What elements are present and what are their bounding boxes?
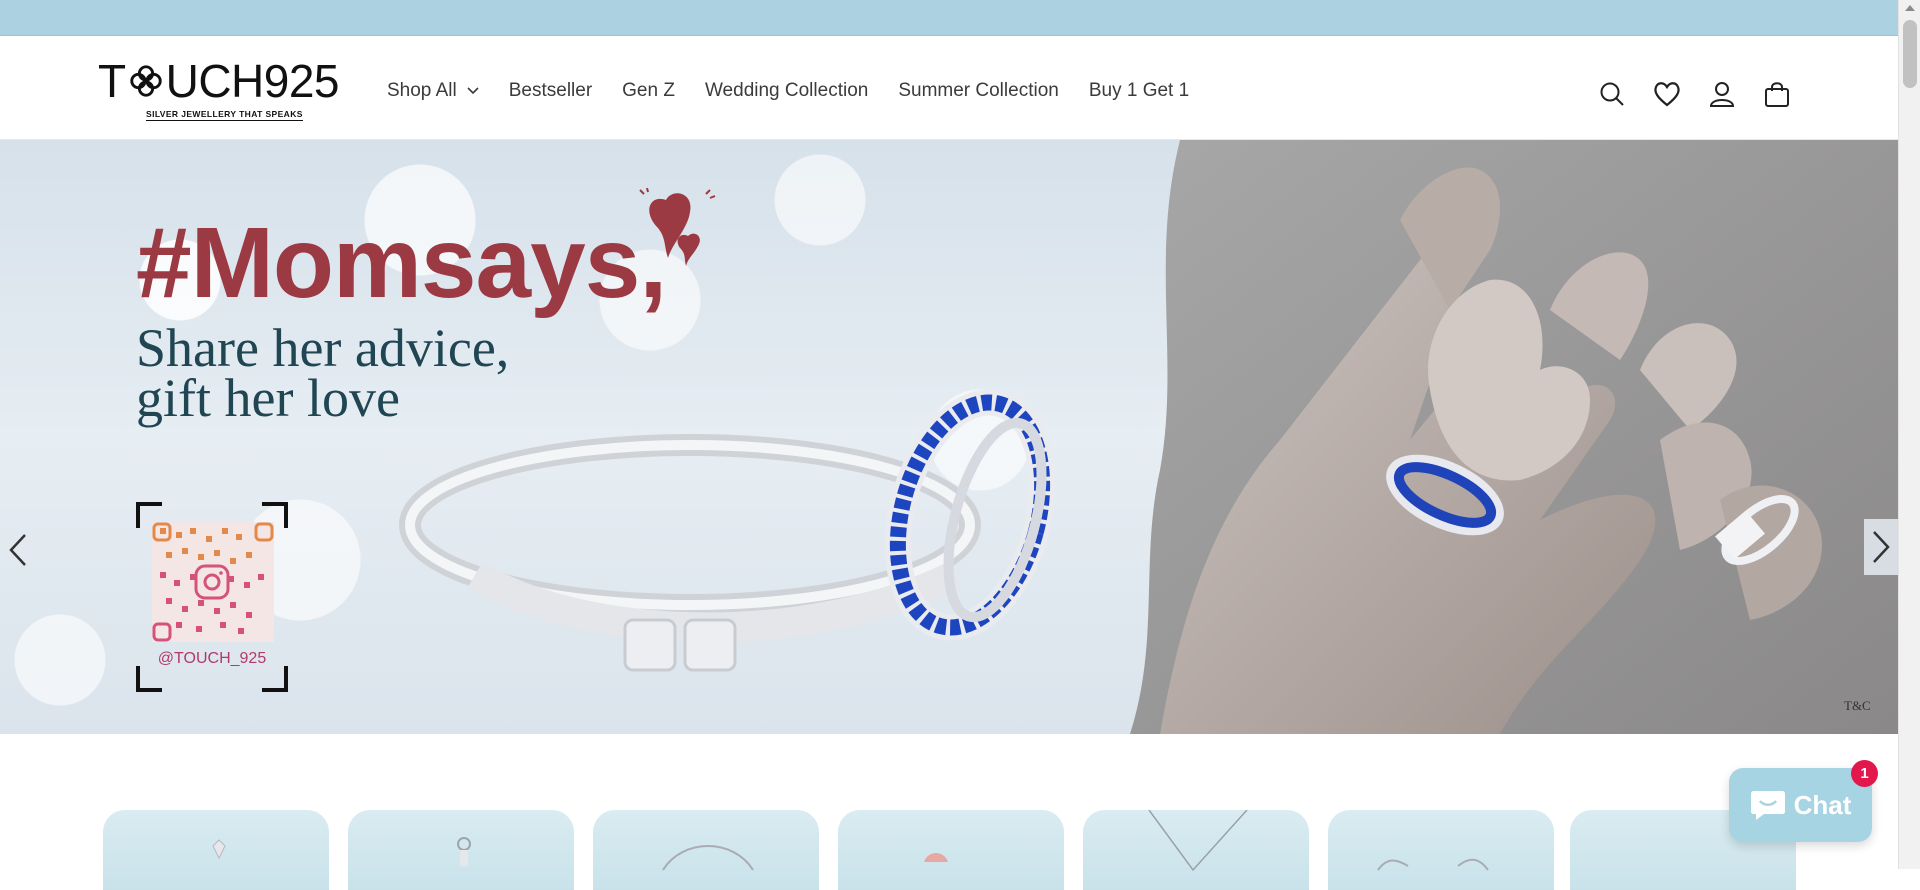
nav-summer-collection[interactable]: Summer Collection — [898, 80, 1059, 102]
nav-buy-1-get-1[interactable]: Buy 1 Get 1 — [1089, 80, 1189, 102]
category-carousel — [0, 810, 1898, 890]
instagram-qr-code[interactable]: @TOUCH_925 — [136, 502, 288, 692]
search-button[interactable] — [1596, 78, 1628, 110]
chat-button[interactable]: Chat — [1729, 768, 1872, 842]
knot-icon — [129, 65, 162, 97]
ring-icon — [212, 839, 226, 860]
slide-next-button[interactable] — [1864, 519, 1898, 575]
wishlist-button[interactable] — [1651, 78, 1683, 110]
scroll-up-arrow-icon[interactable] — [1905, 5, 1915, 11]
chat-bubble-icon — [1750, 791, 1785, 820]
anklet-icon — [1377, 858, 1489, 871]
main-nav: Shop All Bestseller Gen Z Wedding Collec… — [387, 80, 1219, 102]
chevron-down-icon — [467, 87, 479, 95]
search-icon — [1600, 82, 1624, 106]
necklace-icon — [1148, 810, 1248, 872]
logo-tagline: SILVER JEWELLERY THAT SPEAKS — [146, 109, 303, 121]
chevron-right-icon — [1873, 531, 1890, 563]
heart-icon — [639, 188, 716, 266]
header-actions — [1596, 78, 1816, 110]
bracelet-icon — [662, 845, 754, 871]
logo[interactable]: T UCH925 SILVER JEWELLERY THAT SPEAKS — [98, 55, 353, 121]
announcement-bar — [0, 0, 1898, 36]
slide-prev-button[interactable] — [0, 522, 36, 578]
vertical-scrollbar[interactable] — [1898, 0, 1920, 869]
logo-wordmark: T UCH925 — [98, 55, 340, 107]
hero-subheadline-line1: Share her advice, — [136, 318, 510, 378]
category-card[interactable] — [348, 810, 574, 890]
scroll-thumb[interactable] — [1903, 20, 1917, 88]
nav-gen-z[interactable]: Gen Z — [622, 80, 675, 102]
hands-photo — [1130, 140, 1898, 734]
nav-wedding-collection[interactable]: Wedding Collection — [705, 80, 868, 102]
hero-headline: #Momsays, — [136, 207, 667, 319]
account-button[interactable] — [1706, 78, 1738, 110]
category-card[interactable] — [103, 810, 329, 890]
heart-icon — [1654, 82, 1680, 107]
chat-notification-badge: 1 — [1851, 760, 1878, 787]
category-card[interactable] — [838, 810, 1064, 890]
hero-slideshow[interactable]: #Momsays, Share her advice, gift her lov… — [0, 140, 1898, 734]
terms-link[interactable]: T&C — [1844, 698, 1871, 714]
user-icon — [1709, 82, 1735, 107]
pink-ring-icon — [924, 853, 948, 862]
nav-bestseller[interactable]: Bestseller — [509, 80, 592, 102]
nav-shop-all[interactable]: Shop All — [387, 80, 479, 102]
ring-and-bangle-product — [399, 389, 1056, 672]
cart-icon — [1765, 82, 1789, 107]
cart-button[interactable] — [1761, 78, 1793, 110]
category-card[interactable] — [1328, 810, 1554, 890]
instagram-handle: @TOUCH_925 — [157, 650, 267, 667]
site-header: T UCH925 SILVER JEWELLERY THAT SPEAKS Sh… — [0, 36, 1898, 140]
nav-shop-all-label: Shop All — [387, 80, 457, 101]
category-card[interactable] — [593, 810, 819, 890]
earring-icon — [457, 837, 471, 866]
chevron-left-icon — [9, 534, 26, 566]
category-card[interactable] — [1083, 810, 1309, 890]
chat-label: Chat — [1793, 789, 1852, 820]
